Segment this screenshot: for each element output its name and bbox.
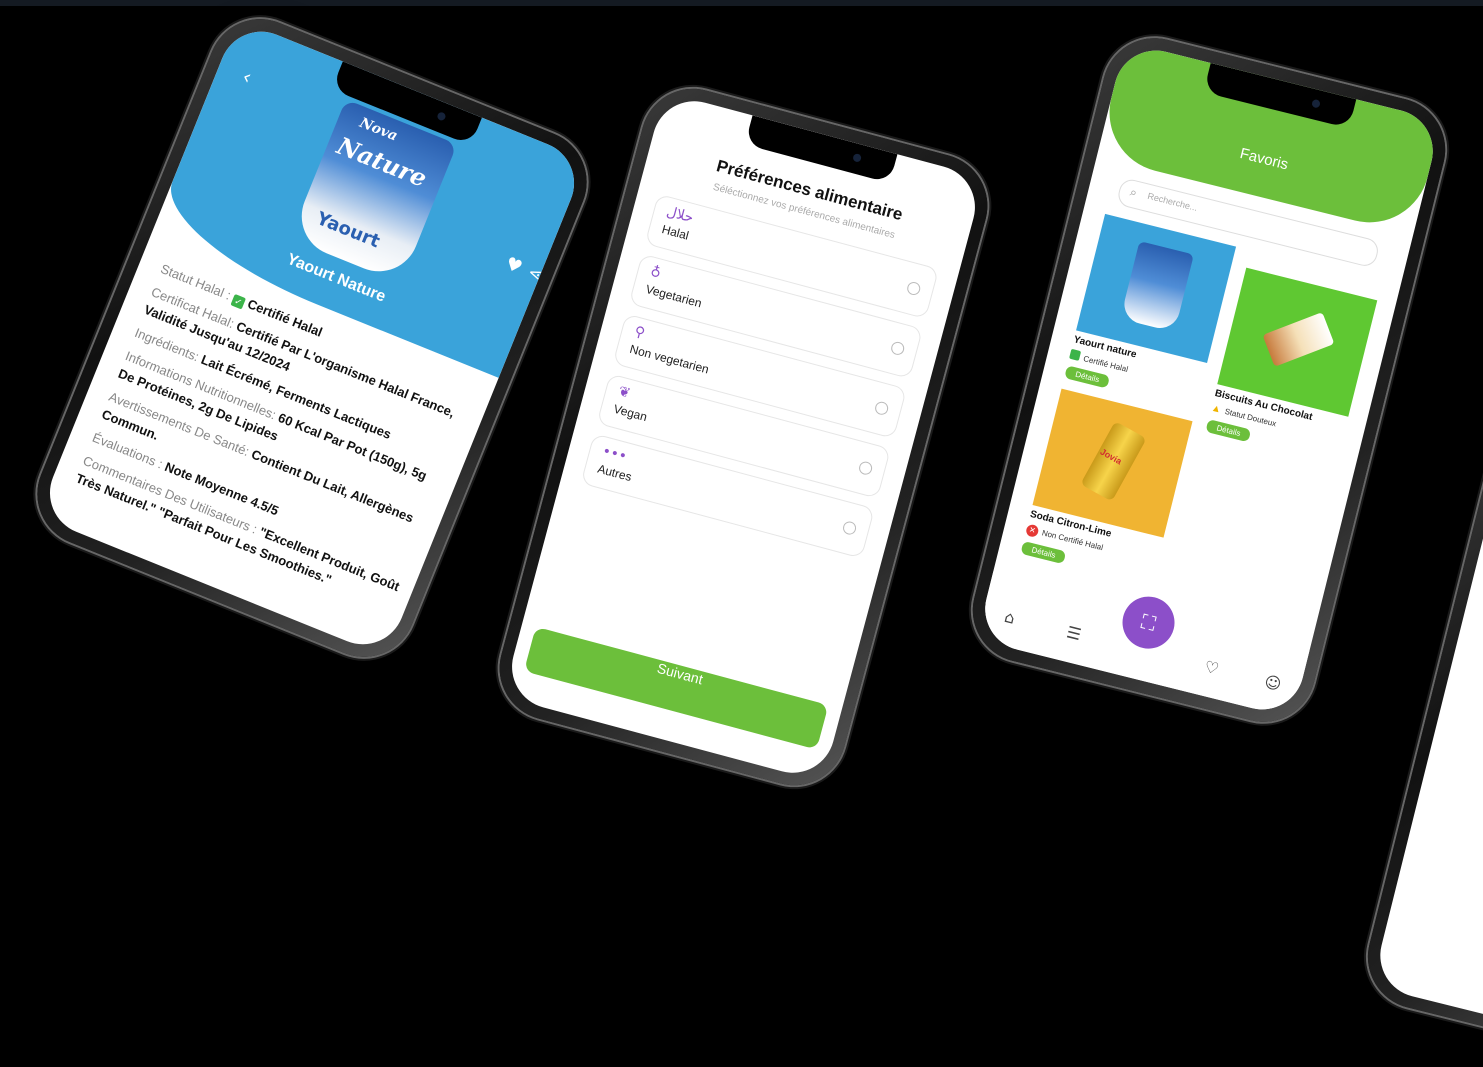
option-label: Autres — [596, 461, 634, 485]
back-icon[interactable]: ‹ — [239, 64, 255, 89]
radio-button[interactable] — [889, 340, 906, 357]
camera — [1311, 98, 1321, 109]
leaf-icon: ❦ — [616, 383, 633, 402]
yogurt-image — [1120, 241, 1194, 333]
favorite-card[interactable]: Jovia Soda Citron-Lime ✕ Non Certifié Hal… — [1020, 388, 1193, 587]
heart-icon[interactable]: ♥ — [502, 253, 525, 279]
search-icon: ⌕ — [1128, 184, 1139, 200]
vegetarian-icon: ♁ — [648, 263, 663, 282]
heart-icon[interactable]: ♡ — [1202, 657, 1221, 679]
radio-button[interactable] — [905, 280, 922, 297]
option-label: Halal — [660, 222, 691, 243]
details-button[interactable]: Détails — [1020, 540, 1067, 565]
search-placeholder: Recherche... — [1146, 190, 1199, 213]
soda-can-image: Jovia — [1080, 421, 1147, 502]
radio-button[interactable] — [841, 520, 858, 537]
option-label: Vegan — [612, 401, 649, 425]
phone-partial — [1356, 412, 1483, 1067]
cross-icon: ✕ — [1025, 523, 1040, 538]
meat-icon: ⚲ — [632, 323, 647, 342]
details-button[interactable]: Détails — [1205, 419, 1252, 443]
home-icon[interactable]: ⌂ — [1003, 607, 1017, 628]
check-icon — [1069, 348, 1082, 361]
product-detail-screen: Nova Nature Yaourt ‹ ♥ ⋖ Yaourt Nature S… — [37, 19, 587, 657]
top-border — [0, 0, 1483, 6]
bottom-nav: ⌂ ☰ ♡ ☺ ⛶ — [976, 571, 1310, 719]
more-icon: ••• — [600, 443, 629, 466]
next-button[interactable]: Suivant — [523, 626, 829, 750]
product-pack-subtitle: Yaourt — [313, 208, 383, 253]
share-icon[interactable]: ⋖ — [525, 262, 545, 285]
user-icon[interactable]: ☺ — [1263, 672, 1284, 694]
favorites-screen: Favoris ⌕ Recherche... Yaourt nature Cer… — [976, 41, 1442, 719]
list-icon[interactable]: ☰ — [1065, 622, 1084, 644]
option-label: Vegetarien — [644, 281, 704, 311]
check-icon: ✓ — [230, 293, 247, 310]
radio-button[interactable] — [857, 460, 874, 477]
details-button[interactable]: Détails — [1064, 365, 1111, 389]
phone-product-detail: Nova Nature Yaourt ‹ ♥ ⋖ Yaourt Nature S… — [21, 3, 603, 673]
option-label: Non vegetarien — [628, 341, 711, 377]
camera — [851, 152, 862, 163]
can-label: Jovia — [1098, 446, 1124, 467]
biscuit-image — [1262, 312, 1335, 367]
warning-icon: ▲ — [1209, 402, 1223, 416]
scan-button[interactable]: ⛶ — [1117, 591, 1181, 655]
radio-button[interactable] — [873, 400, 890, 417]
partial-screen — [1371, 427, 1483, 1053]
phone-favorites: Favoris ⌕ Recherche... Yaourt nature Cer… — [961, 27, 1457, 733]
camera — [436, 111, 447, 122]
favorite-card[interactable]: Yaourt nature Certifié Halal Détails — [1064, 213, 1237, 411]
scan-icon: ⛶ — [1138, 609, 1159, 636]
favorite-card[interactable]: Biscuits Au Chocolat ▲Statut Douteux Dét… — [1205, 267, 1378, 465]
